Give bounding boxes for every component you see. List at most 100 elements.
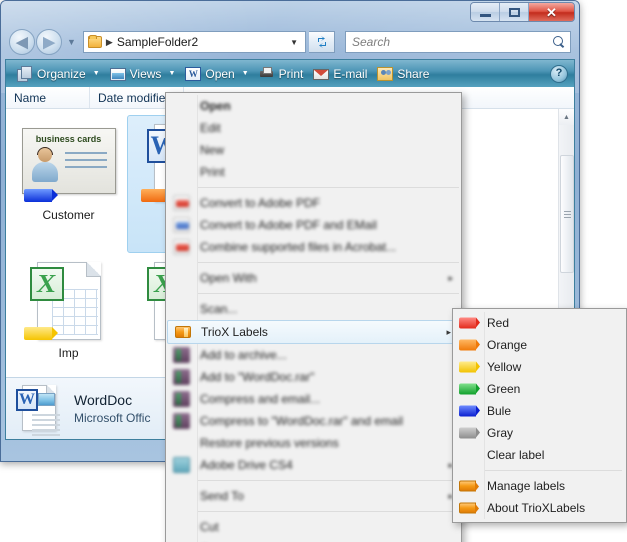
menu-item-combine-supported-files-in-acrobat[interactable]: Combine supported files in Acrobat... — [166, 236, 461, 258]
menu-item-send-to[interactable]: Send To ▸ — [166, 485, 461, 507]
label-swatch-red-icon — [459, 317, 480, 329]
scroll-up-button[interactable]: ▲ — [558, 109, 574, 125]
menu-item-adobe-drive-cs4[interactable]: Adobe Drive CS4 ▸ — [166, 454, 461, 476]
submenu-item-label: Clear label — [487, 448, 545, 462]
submenu-arrow-icon: ▸ — [448, 459, 453, 470]
printer-icon — [259, 66, 275, 81]
menu-item-label: Open With — [200, 271, 257, 285]
file-item-important[interactable]: X Imp — [10, 253, 127, 377]
email-button[interactable]: E-mail — [308, 63, 372, 85]
share-label: Share — [397, 66, 430, 81]
submenu-item-orange[interactable]: Orange — [453, 334, 626, 356]
label-swatch-triox-icon — [459, 480, 479, 492]
submenu-item-label: Manage labels — [487, 479, 566, 493]
print-label: Print — [278, 66, 304, 81]
submenu-item-label: Yellow — [487, 360, 522, 374]
menu-separator — [198, 480, 459, 481]
menu-item-label: Add to "WordDoc.rar" — [200, 370, 315, 384]
menu-item-convert-to-adobe-pdf-and-email[interactable]: Convert to Adobe PDF and EMail — [166, 214, 461, 236]
label-tag-blue — [23, 189, 58, 202]
details-file-type: Microsoft Offic — [74, 411, 151, 425]
menu-item-label: Send To — [200, 489, 244, 503]
menu-separator — [198, 262, 459, 263]
menu-item-add-to-archive[interactable]: Add to archive... — [166, 344, 461, 366]
maximize-button[interactable] — [500, 3, 529, 21]
file-item-customer[interactable]: business cards Customer — [10, 115, 127, 253]
minimize-button[interactable] — [471, 3, 500, 21]
email-label: E-mail — [333, 66, 368, 81]
history-dropdown-icon[interactable]: ▼ — [67, 37, 76, 47]
menu-separator — [198, 511, 459, 512]
acrobat-blue-icon — [173, 217, 190, 233]
forward-button[interactable]: ▶ — [36, 29, 62, 55]
menu-item-label: Compress to "WordDoc.rar" and email — [200, 414, 404, 428]
column-header-name-label: Name — [14, 90, 47, 105]
menu-item-open[interactable]: Open — [166, 95, 461, 117]
triox-labels-submenu: Red Orange Yellow Green Bule Gray Clear label M… — [452, 308, 627, 523]
chevron-down-icon: ▼ — [92, 70, 100, 77]
submenu-item-yellow[interactable]: Yellow — [453, 356, 626, 378]
views-button[interactable]: Views ▼ — [105, 63, 181, 85]
submenu-item-about-trioxlabels[interactable]: About TrioXLabels — [453, 497, 626, 519]
word-icon: W — [16, 388, 38, 411]
menu-item-compress-to-worddoc-rar-and-email[interactable]: Compress to "WordDoc.rar" and email — [166, 410, 461, 432]
scrollbar-thumb[interactable] — [560, 155, 574, 273]
menu-item-print[interactable]: Print — [166, 161, 461, 183]
close-icon: ✕ — [546, 4, 557, 20]
share-button[interactable]: Share — [372, 63, 434, 85]
submenu-separator — [485, 470, 622, 471]
chevron-down-icon: ▼ — [241, 70, 249, 77]
label-swatch-green-icon — [459, 383, 480, 395]
submenu-item-bule[interactable]: Bule — [453, 400, 626, 422]
search-input[interactable]: Search — [352, 35, 553, 49]
column-header-name[interactable]: Name — [6, 87, 90, 108]
menu-item-triox-labels[interactable]: TrioX Labels ▸ — [167, 320, 460, 344]
menu-item-scan[interactable]: Scan... — [166, 298, 461, 320]
submenu-item-manage-labels[interactable]: Manage labels — [453, 475, 626, 497]
envelope-icon — [313, 69, 330, 80]
label-swatch-yellow-icon — [459, 361, 480, 373]
menu-item-label: Combine supported files in Acrobat... — [200, 240, 397, 254]
submenu-item-clear-label[interactable]: Clear label — [453, 444, 626, 466]
menu-item-label: Add to archive... — [200, 348, 287, 362]
menu-item-edit[interactable]: Edit — [166, 117, 461, 139]
submenu-item-gray[interactable]: Gray — [453, 422, 626, 444]
back-button[interactable]: ◀ — [9, 29, 35, 55]
menu-item-new[interactable]: New — [166, 139, 461, 161]
refresh-button[interactable] — [309, 31, 335, 53]
submenu-items: Red Orange Yellow Green Bule Gray Clear label M… — [453, 312, 626, 519]
submenu-item-green[interactable]: Green — [453, 378, 626, 400]
open-button[interactable]: Open ▼ — [180, 63, 253, 85]
scrollbar-grip-icon — [563, 209, 571, 220]
rar-icon — [173, 413, 190, 429]
menu-item-convert-to-adobe-pdf[interactable]: Convert to Adobe PDF — [166, 192, 461, 214]
menu-item-open-with[interactable]: Open With ▸ — [166, 267, 461, 289]
details-text: WordDoc Microsoft Offic — [74, 392, 150, 425]
submenu-item-red[interactable]: Red — [453, 312, 626, 334]
submenu-item-label: Orange — [487, 338, 528, 352]
help-button[interactable]: ? — [550, 64, 568, 83]
word-icon — [185, 67, 202, 81]
chevron-down-icon: ▼ — [168, 70, 176, 77]
breadcrumb[interactable]: ▶ SampleFolder2 ▼ — [82, 31, 306, 53]
print-button[interactable]: Print — [254, 63, 309, 85]
organize-icon — [17, 66, 33, 82]
drive-icon — [173, 457, 190, 473]
menu-item-copy[interactable]: Copy — [166, 538, 461, 542]
organize-button[interactable]: Organize ▼ — [12, 63, 105, 85]
menu-item-compress-and-email[interactable]: Compress and email... — [166, 388, 461, 410]
menu-item-label: Convert to Adobe PDF and EMail — [200, 218, 377, 232]
label-swatch-triox-icon — [459, 502, 479, 514]
search-icon — [553, 35, 566, 49]
menu-separator — [198, 293, 459, 294]
file-name: Imp — [58, 346, 79, 360]
menu-item-add-to-worddoc-rar[interactable]: Add to "WordDoc.rar" — [166, 366, 461, 388]
chevron-down-icon[interactable]: ▼ — [285, 38, 303, 47]
menu-item-restore-previous-versions[interactable]: Restore previous versions — [166, 432, 461, 454]
close-button[interactable]: ✕ — [529, 3, 574, 21]
menu-item-label: TrioX Labels — [201, 325, 268, 339]
excel-icon: X — [29, 267, 64, 301]
menu-item-cut[interactable]: Cut — [166, 516, 461, 538]
details-file-icon: W — [16, 383, 62, 436]
search-box[interactable]: Search — [345, 31, 571, 53]
